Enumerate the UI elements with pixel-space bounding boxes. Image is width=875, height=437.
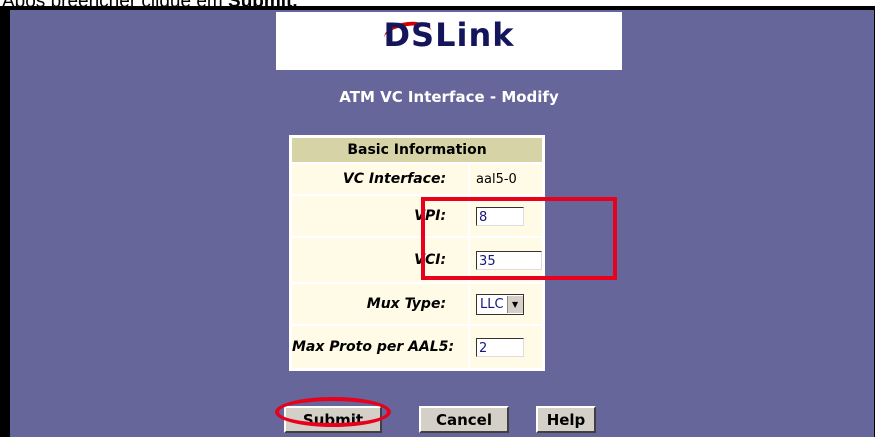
logo-banner: DSLink (276, 12, 622, 70)
max-proto-input[interactable]: 2 (476, 337, 525, 357)
vpi-vci-highlight (421, 197, 617, 280)
dropdown-arrow-icon[interactable]: ▼ (506, 295, 523, 313)
help-button[interactable]: Help (536, 406, 596, 433)
max-proto-label: Max Proto per AAL5: (292, 326, 469, 368)
mux-type-label: Mux Type: (292, 284, 469, 324)
cancel-button[interactable]: Cancel (419, 406, 509, 433)
vc-interface-value: aal5-0 (470, 164, 543, 194)
page-title: ATM VC Interface - Modify (339, 88, 559, 106)
vc-interface-label: VC Interface: (292, 164, 469, 194)
brand-logo: DSLink (383, 16, 515, 54)
section-header: Basic Information (292, 138, 543, 162)
submit-highlight (275, 397, 391, 427)
mux-type-select[interactable]: LLC ▼ (476, 293, 524, 315)
mux-type-value: LLC (480, 296, 504, 312)
